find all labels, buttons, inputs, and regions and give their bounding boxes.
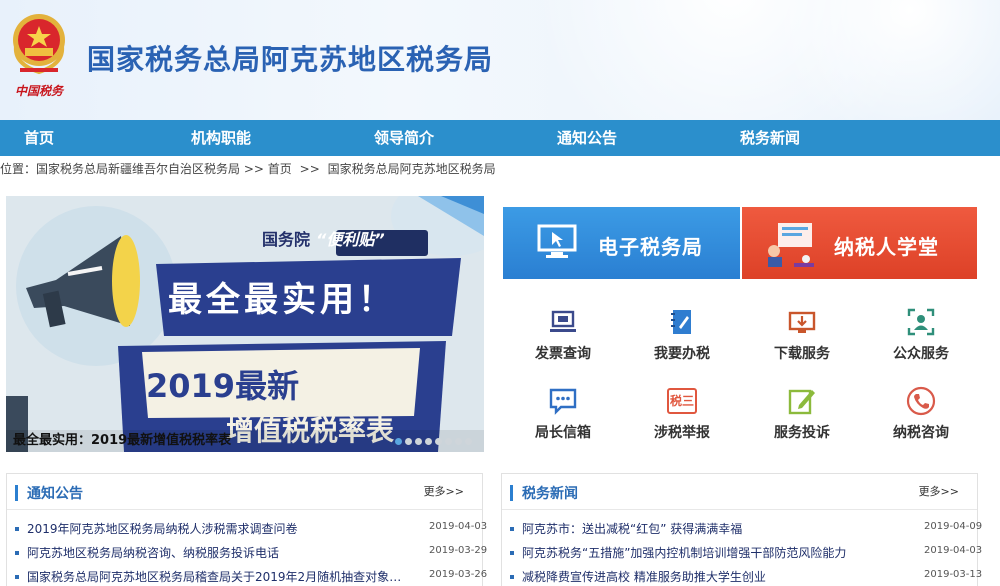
notices-title: 通知公告 — [27, 486, 83, 502]
breadcrumb-link-province[interactable]: 国家税务总局新疆维吾尔自治区税务局 — [36, 162, 240, 176]
edit-icon — [788, 389, 815, 415]
breadcrumb-prefix: 位置： — [0, 162, 37, 176]
download-monitor-icon — [788, 311, 816, 333]
carousel-dot[interactable] — [445, 438, 452, 445]
news-date: 2019-03-13 — [924, 569, 983, 580]
nav-item-functions[interactable]: 机构职能 — [191, 120, 251, 156]
monitor-cursor-icon — [537, 224, 577, 258]
laptop-icon — [550, 310, 576, 332]
news-header: 税务新闻 更多>> — [502, 474, 977, 510]
bullet-icon — [15, 574, 19, 579]
etax-label: 电子税务局 — [598, 235, 703, 259]
list-item[interactable]: 阿克苏市：送出减税“红包” 获得满满幸福 2019-04-09 — [510, 520, 982, 538]
taxpayer-school-label: 纳税人学堂 — [834, 235, 939, 259]
service-handle-tax[interactable]: 我要办税 — [627, 307, 737, 363]
carousel-dot[interactable] — [425, 438, 432, 445]
service-label: 公众服务 — [893, 346, 949, 362]
bullet-icon — [510, 574, 514, 579]
banner-tag-highlight: “便利贴” — [316, 230, 385, 249]
breadcrumb-link-home[interactable]: 首页 — [268, 162, 292, 176]
service-public[interactable]: 公众服务 — [866, 307, 976, 363]
carousel-dot[interactable] — [435, 438, 442, 445]
nav-item-leaders[interactable]: 领导简介 — [374, 120, 434, 156]
carousel-dot[interactable] — [415, 438, 422, 445]
emblem-caption: 中国税务 — [14, 84, 63, 98]
user-frame-icon — [907, 308, 935, 336]
bullet-icon — [510, 550, 514, 555]
taxpayer-school-tile[interactable]: 纳税人学堂 — [742, 207, 977, 279]
news-title: 税务新闻 — [522, 486, 578, 502]
classroom-icon — [768, 223, 814, 267]
site-title: 国家税务总局阿克苏地区税务局 — [87, 43, 494, 76]
national-emblem-logo[interactable]: 中国税务 — [8, 6, 70, 102]
list-item[interactable]: 2019年阿克苏地区税务局纳税人涉税需求调查问卷 2019-04-03 — [15, 520, 487, 538]
service-tax-report[interactable]: 税三 涉税举报 — [627, 386, 737, 442]
notices-header: 通知公告 更多>> — [7, 474, 482, 510]
notice-date: 2019-03-26 — [429, 569, 488, 580]
etax-tile[interactable]: 电子税务局 — [503, 207, 740, 279]
notice-date: 2019-03-29 — [429, 545, 488, 556]
section-marker — [510, 485, 513, 501]
banner-tag: 国务院 “便利贴” — [262, 226, 385, 250]
breadcrumb-separator: >> — [299, 162, 320, 176]
chat-bubble-icon — [549, 388, 577, 415]
news-link[interactable]: 阿克苏市：送出减税“红包” 获得满满幸福 — [522, 520, 742, 537]
nav-item-notices[interactable]: 通知公告 — [557, 120, 617, 156]
phone-icon — [906, 386, 936, 416]
list-item[interactable]: 阿克苏税务“五措施”加强内控机制培训增强干部防范风险能力 2019-04-03 — [510, 544, 982, 562]
tax-report-icon: 税三 — [667, 388, 697, 414]
notices-more-link[interactable]: 更多>> — [424, 483, 464, 499]
bullet-icon — [510, 526, 514, 531]
news-panel: 税务新闻 更多>> 阿克苏市：送出减税“红包” 获得满满幸福 2019-04-0… — [501, 473, 982, 586]
carousel-dot[interactable] — [455, 438, 462, 445]
breadcrumb-current: 国家税务总局阿克苏地区税务局 — [327, 162, 496, 176]
banner-headline: 最全最实用！ — [168, 280, 396, 320]
service-complaint[interactable]: 服务投诉 — [747, 386, 857, 442]
list-item[interactable]: 减税降费宣传进高校 精准服务助推大学生创业 2019-03-13 — [510, 568, 982, 586]
section-marker — [15, 485, 18, 501]
notices-panel: 通知公告 更多>> 2019年阿克苏地区税务局纳税人涉税需求调查问卷 2019-… — [6, 473, 487, 586]
service-invoice-query[interactable]: 发票查询 — [508, 307, 618, 363]
breadcrumb-separator: >> — [243, 162, 264, 176]
banner-tag-text: 国务院 — [262, 230, 311, 249]
service-label: 局长信箱 — [535, 425, 591, 441]
carousel-dots — [395, 438, 472, 445]
notice-link[interactable]: 2019年阿克苏地区税务局纳税人涉税需求调查问卷 — [27, 520, 298, 537]
service-label: 发票查询 — [535, 346, 591, 362]
service-label: 我要办税 — [654, 346, 710, 362]
service-consult[interactable]: 纳税咨询 — [866, 386, 976, 442]
notice-link[interactable]: 国家税务总局阿克苏地区税务局稽查局关于2019年2月随机抽查对象抽... — [27, 568, 412, 585]
breadcrumb: 位置：国家税务总局新疆维吾尔自治区税务局 >> 首页 >> 国家税务总局阿克苏地… — [0, 158, 1000, 180]
news-date: 2019-04-03 — [924, 545, 983, 556]
bullet-icon — [15, 550, 19, 555]
service-label: 服务投诉 — [774, 425, 830, 441]
notice-link[interactable]: 阿克苏地区税务局纳税咨询、纳税服务投诉电话 — [27, 544, 279, 561]
nav-item-news[interactable]: 税务新闻 — [740, 120, 800, 156]
notice-date: 2019-04-03 — [429, 521, 488, 532]
carousel-dot[interactable] — [465, 438, 472, 445]
service-label: 下载服务 — [774, 346, 830, 362]
banner-subheadline: 2019最新 — [146, 367, 300, 405]
main-nav: 首页 机构职能 领导简介 通知公告 税务新闻 — [0, 120, 1000, 156]
news-link[interactable]: 减税降费宣传进高校 精准服务助推大学生创业 — [522, 568, 766, 585]
service-download[interactable]: 下载服务 — [747, 307, 857, 363]
carousel-dot[interactable] — [395, 438, 402, 445]
news-more-link[interactable]: 更多>> — [919, 483, 959, 499]
carousel-dot[interactable] — [405, 438, 412, 445]
nav-item-home[interactable]: 首页 — [24, 120, 54, 156]
banner-carousel[interactable]: 国务院 “便利贴” 最全最实用！ 2019最新 增值税税率表 最全最实用：2019… — [6, 196, 484, 452]
service-director-mailbox[interactable]: 局长信箱 — [508, 386, 618, 442]
bullet-icon — [15, 526, 19, 531]
service-label: 涉税举报 — [654, 425, 710, 441]
list-item[interactable]: 阿克苏地区税务局纳税咨询、纳税服务投诉电话 2019-03-29 — [15, 544, 487, 562]
notebook-pen-icon — [671, 310, 691, 334]
site-header: 中国税务 国家税务总局阿克苏地区税务局 — [0, 0, 1000, 120]
service-label: 纳税咨询 — [893, 425, 949, 441]
news-date: 2019-04-09 — [924, 521, 983, 532]
news-link[interactable]: 阿克苏税务“五措施”加强内控机制培训增强干部防范风险能力 — [522, 544, 846, 561]
list-item[interactable]: 国家税务总局阿克苏地区税务局稽查局关于2019年2月随机抽查对象抽... 201… — [15, 568, 487, 586]
